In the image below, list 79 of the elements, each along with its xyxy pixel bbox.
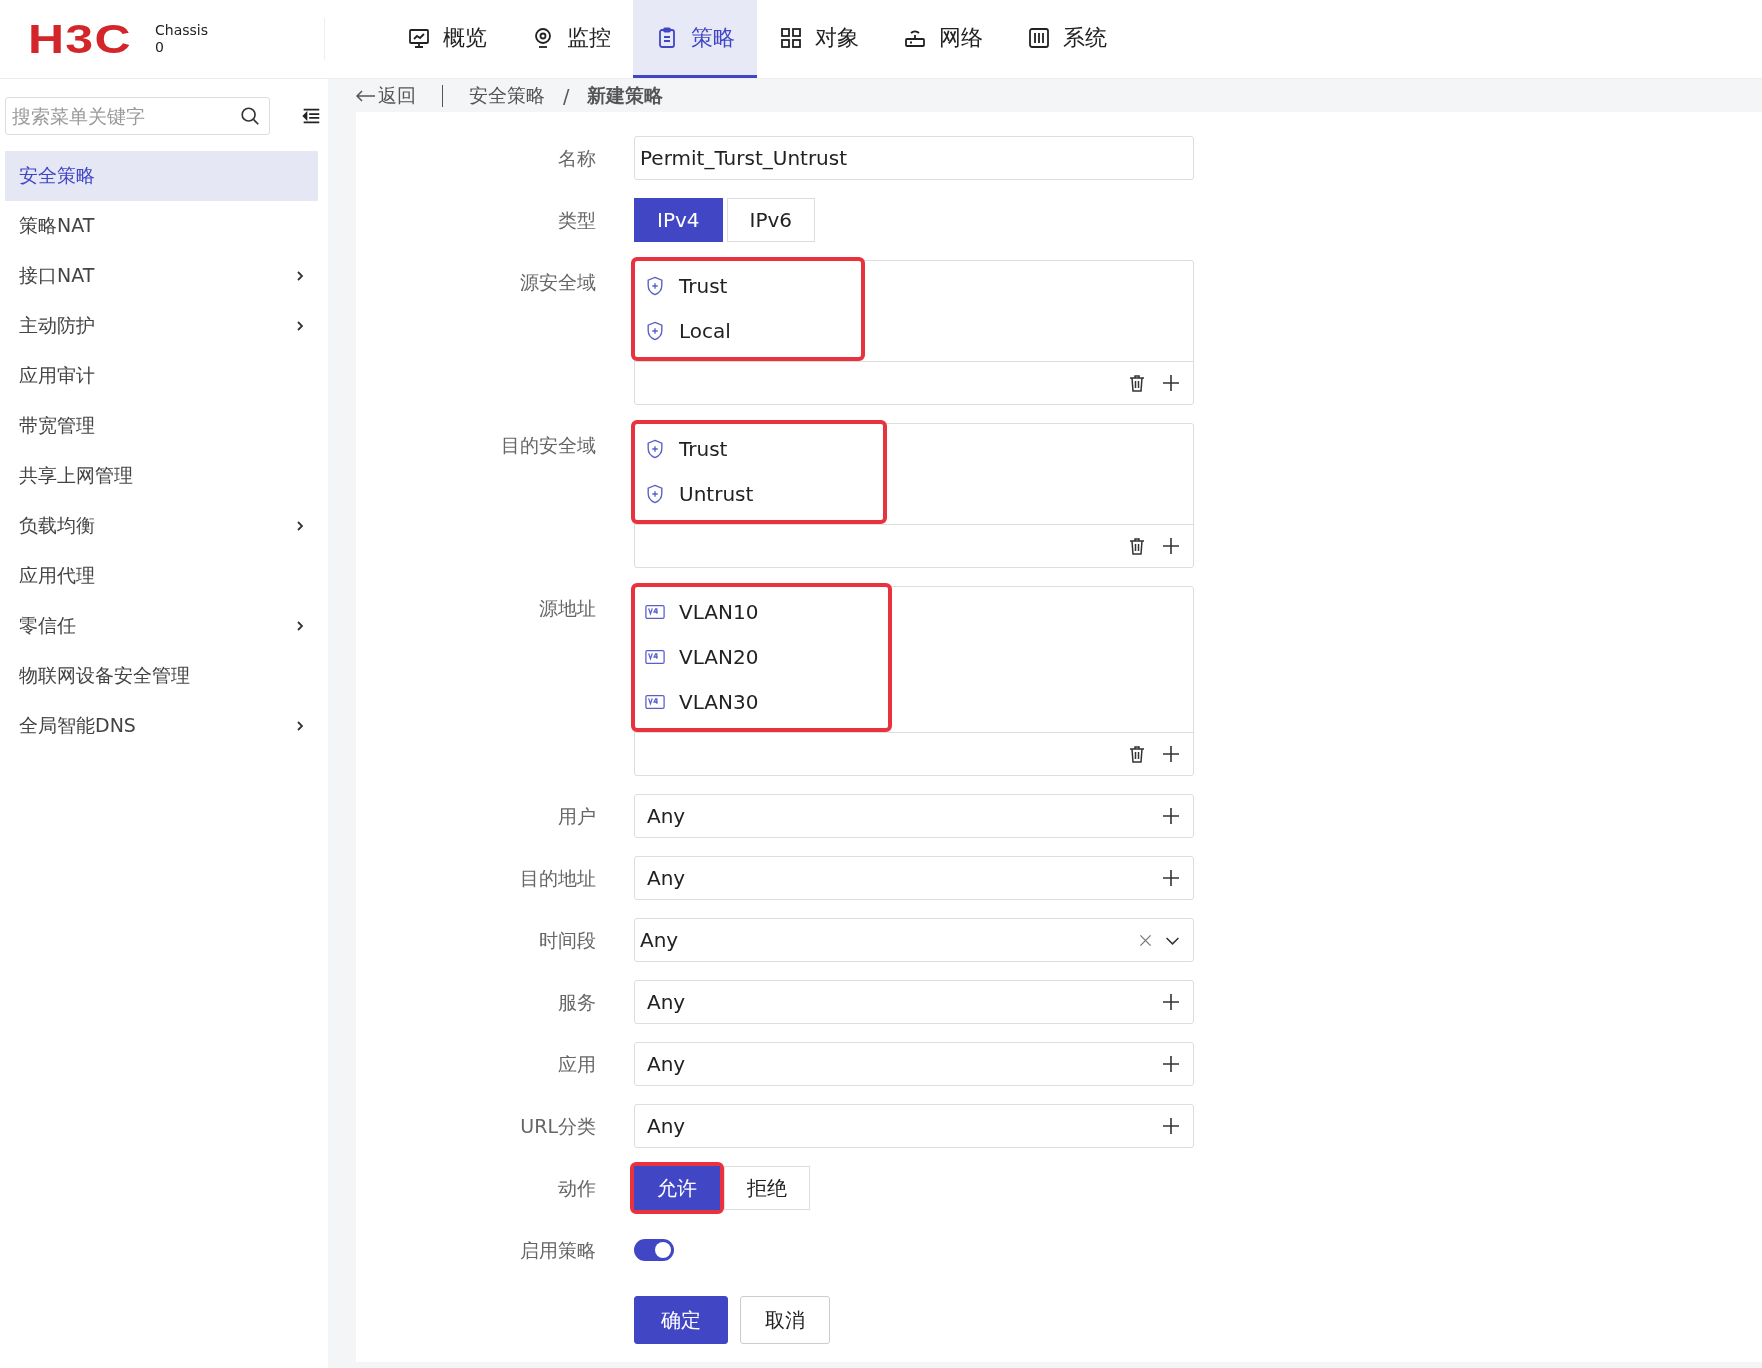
list-entry: Untrust — [679, 481, 754, 506]
list-entry: VLAN10 — [679, 599, 759, 624]
picker-field[interactable]: Any — [634, 1104, 1194, 1148]
picker-field[interactable]: Any — [634, 980, 1194, 1024]
sidebar-item[interactable]: 策略NAT — [5, 201, 318, 251]
chassis-label: Chassis — [155, 22, 209, 39]
back-link[interactable]: 返回 — [356, 82, 416, 109]
chassis-value: 0 — [155, 39, 165, 56]
sidebar-item[interactable]: 全局智能DNS — [5, 701, 318, 751]
grid-icon — [779, 25, 803, 50]
nav-tab[interactable]: 监控 — [509, 0, 633, 78]
plus-icon[interactable] — [1161, 806, 1181, 826]
shield-icon — [645, 275, 665, 296]
field-label: 源安全域 — [519, 270, 597, 295]
field-label: 目的地址 — [519, 866, 597, 891]
picker-field[interactable]: Any — [634, 794, 1194, 838]
plus-icon[interactable] — [1161, 744, 1181, 764]
plus-icon[interactable] — [1161, 536, 1181, 556]
search-field[interactable]: 搜索菜单关键字 — [5, 97, 270, 135]
picker-field[interactable]: Any — [634, 1042, 1194, 1086]
breadcrumb-separator: / — [563, 84, 570, 107]
shield-icon — [645, 483, 665, 504]
nav-tab[interactable]: 概览 — [385, 0, 509, 78]
sidebar-item[interactable]: 物联网设备安全管理 — [5, 651, 318, 701]
list-entry: Local — [679, 318, 731, 343]
field-label: 源地址 — [538, 596, 597, 621]
nav-tab[interactable]: 策略 — [633, 0, 757, 78]
nav-tab[interactable]: 系统 — [1005, 0, 1129, 78]
trash-icon[interactable] — [1127, 373, 1147, 393]
field-label: 目的安全域 — [500, 433, 597, 458]
field-label: 类型 — [557, 208, 597, 233]
dropdown-field[interactable]: Any — [634, 918, 1194, 962]
toggle-switch[interactable] — [634, 1239, 674, 1261]
list-entry: Trust — [679, 436, 728, 461]
cancel-button[interactable]: 取消 — [740, 1296, 830, 1344]
field-label: 启用策略 — [519, 1238, 597, 1263]
sidebar-item[interactable]: 主动防护 — [5, 301, 318, 351]
segment-option[interactable]: 允许 — [634, 1166, 720, 1210]
sidebar-item[interactable]: 带宽管理 — [5, 401, 318, 451]
nav-tab[interactable]: 网络 — [881, 0, 1005, 78]
sliders-icon — [1027, 25, 1051, 50]
plus-icon[interactable] — [1161, 992, 1181, 1012]
sidebar-item[interactable]: 共享上网管理 — [5, 451, 318, 501]
breadcrumb-item[interactable]: 安全策略 — [469, 82, 545, 109]
sidebar-item[interactable]: 应用代理 — [5, 551, 318, 601]
segment-option[interactable]: IPv6 — [726, 198, 816, 242]
field-label: 时间段 — [538, 928, 597, 953]
segment-option[interactable]: 拒绝 — [724, 1166, 810, 1210]
segment-option[interactable]: IPv4 — [634, 198, 723, 242]
plus-icon[interactable] — [1161, 1116, 1181, 1136]
breadcrumb-item: 新建策略 — [587, 82, 664, 108]
sidebar-item[interactable]: 应用审计 — [5, 351, 318, 401]
picker-field[interactable]: Any — [634, 856, 1194, 900]
sidebar-item[interactable]: 接口NAT — [5, 251, 318, 301]
list-entry: Trust — [679, 273, 728, 298]
nav-tab[interactable]: 对象 — [757, 0, 881, 78]
field-label: 动作 — [557, 1176, 597, 1201]
search-icon[interactable] — [239, 105, 261, 127]
shield-icon — [645, 320, 665, 341]
logo: H3C — [28, 16, 132, 62]
list-entry: VLAN20 — [679, 644, 759, 669]
field-label: URL分类 — [519, 1114, 597, 1139]
sidebar-item[interactable]: 零信任 — [5, 601, 318, 651]
sidebar-item[interactable]: 安全策略 — [5, 151, 318, 201]
back-arrow-icon[interactable] — [356, 88, 376, 103]
list-entry: VLAN30 — [679, 689, 759, 714]
name-field[interactable]: Permit_Turst_Untrust — [634, 136, 1194, 180]
plus-icon[interactable] — [1161, 373, 1181, 393]
shield-icon — [645, 438, 665, 459]
trash-icon[interactable] — [1127, 536, 1147, 556]
confirm-button[interactable]: 确定 — [634, 1296, 728, 1344]
trash-icon[interactable] — [1127, 744, 1147, 764]
field-label: 名称 — [557, 146, 597, 171]
field-label: 用户 — [557, 804, 597, 829]
plus-icon[interactable] — [1161, 868, 1181, 888]
field-label: 服务 — [557, 990, 597, 1015]
sidebar-item[interactable]: 负载均衡 — [5, 501, 318, 551]
plus-icon[interactable] — [1161, 1054, 1181, 1074]
field-label: 应用 — [557, 1052, 597, 1077]
